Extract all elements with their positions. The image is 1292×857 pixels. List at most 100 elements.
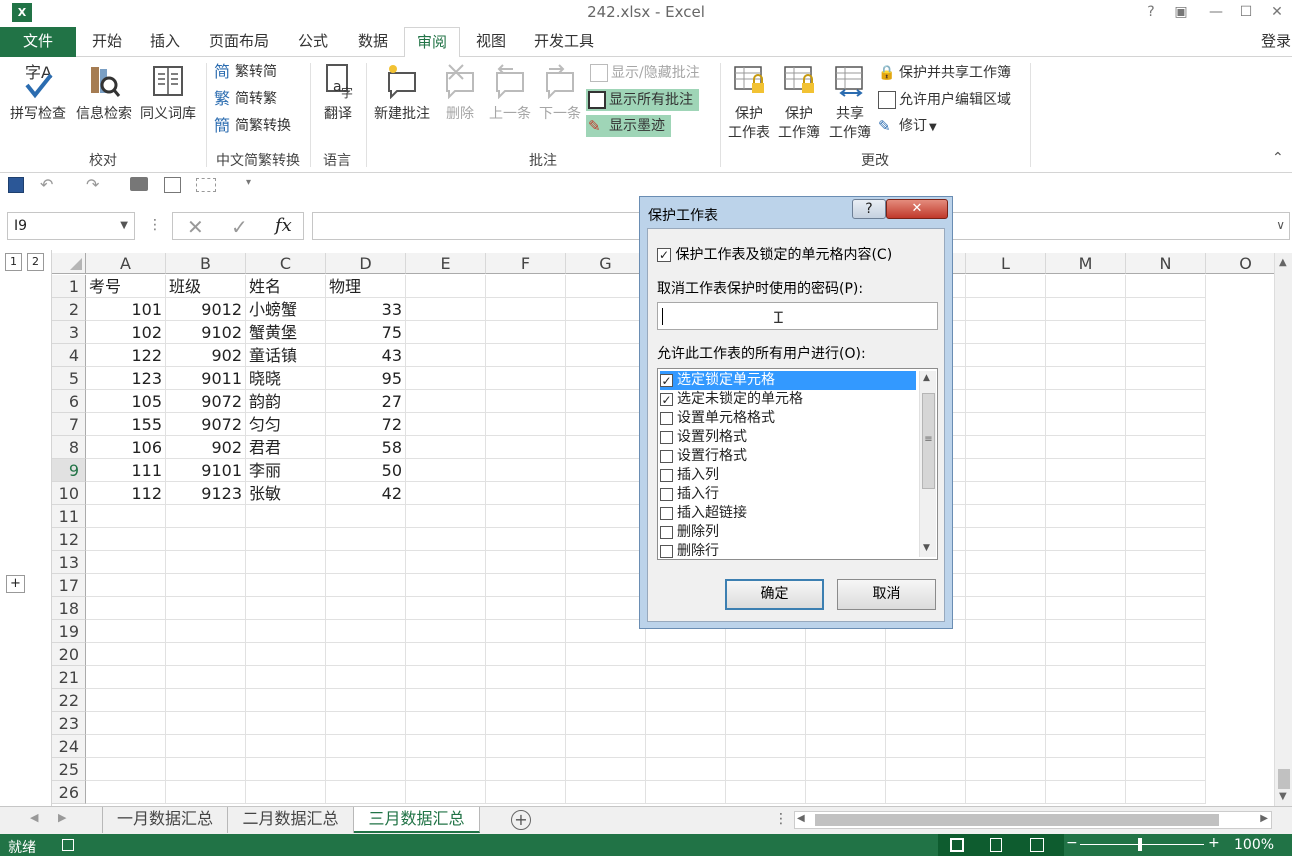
cell[interactable] [1126, 689, 1206, 712]
cell[interactable] [246, 666, 326, 689]
cell[interactable] [246, 735, 326, 758]
protect-workbook-button[interactable]: 保护 工作簿 [774, 61, 824, 143]
row-header[interactable]: 2 [52, 298, 86, 321]
tab-file[interactable]: 文件 [0, 27, 76, 57]
cell[interactable] [486, 321, 566, 344]
cell[interactable] [566, 505, 646, 528]
research-button[interactable]: 信息检索 [72, 61, 136, 123]
cell[interactable] [1126, 781, 1206, 804]
cell[interactable] [1126, 367, 1206, 390]
sheet-tab-january[interactable]: 一月数据汇总 [102, 807, 228, 833]
cell[interactable]: 蟹黄堡 [246, 321, 326, 344]
cell[interactable] [166, 712, 246, 735]
tab-developer[interactable]: 开发工具 [522, 27, 606, 57]
cell[interactable] [1126, 275, 1206, 298]
column-header[interactable]: A [86, 253, 166, 274]
expand-formula-icon[interactable]: ∨ [1276, 218, 1285, 232]
cell[interactable] [326, 528, 406, 551]
cell[interactable]: 105 [86, 390, 166, 413]
tab-page-layout[interactable]: 页面布局 [198, 27, 280, 57]
cell[interactable] [1126, 298, 1206, 321]
cell[interactable] [166, 620, 246, 643]
cell[interactable] [326, 551, 406, 574]
scroll-up-icon[interactable]: ▲ [1279, 257, 1287, 268]
cell[interactable] [886, 689, 966, 712]
cell[interactable] [486, 758, 566, 781]
cell[interactable]: 27 [326, 390, 406, 413]
cell[interactable] [86, 643, 166, 666]
cell[interactable] [406, 505, 486, 528]
cell[interactable] [566, 666, 646, 689]
row-header[interactable]: 6 [52, 390, 86, 413]
cell[interactable] [166, 505, 246, 528]
cell[interactable] [1046, 643, 1126, 666]
horizontal-scrollbar[interactable]: ◀ ▶ [794, 811, 1272, 829]
scroll-up-icon[interactable]: ▲ [923, 373, 930, 383]
cell[interactable] [1046, 528, 1126, 551]
cell[interactable] [566, 620, 646, 643]
cell[interactable] [566, 574, 646, 597]
collapse-ribbon-icon[interactable]: ⌃ [1272, 150, 1284, 166]
horizontal-scroll-thumb[interactable] [815, 814, 1219, 826]
cell[interactable] [406, 689, 486, 712]
cell[interactable] [566, 482, 646, 505]
permission-checkbox[interactable] [660, 468, 673, 482]
cell[interactable] [966, 643, 1046, 666]
cell[interactable] [1046, 666, 1126, 689]
cell[interactable] [486, 551, 566, 574]
permission-item[interactable]: 设置列格式 [660, 428, 916, 447]
cell[interactable] [326, 643, 406, 666]
cell[interactable] [966, 321, 1046, 344]
cell[interactable] [966, 574, 1046, 597]
cell[interactable] [406, 344, 486, 367]
show-hide-comment-button[interactable]: 显示/隐藏批注 [588, 62, 702, 84]
cell[interactable] [646, 689, 726, 712]
permission-item[interactable]: 设置行格式 [660, 447, 916, 466]
cell[interactable] [1126, 666, 1206, 689]
row-header[interactable]: 19 [52, 620, 86, 643]
cell[interactable] [966, 735, 1046, 758]
cell[interactable] [566, 275, 646, 298]
cell[interactable] [966, 344, 1046, 367]
cell[interactable] [406, 758, 486, 781]
row-header[interactable]: 3 [52, 321, 86, 344]
tab-insert[interactable]: 插入 [138, 27, 192, 57]
cell[interactable] [806, 689, 886, 712]
cell[interactable]: 112 [86, 482, 166, 505]
permission-item[interactable]: ✓ 选定未锁定的单元格 [660, 390, 916, 409]
cell[interactable] [886, 712, 966, 735]
cell[interactable] [646, 666, 726, 689]
cell[interactable] [1126, 321, 1206, 344]
permission-checkbox[interactable]: ✓ [660, 373, 673, 387]
insert-function-icon[interactable]: fx [275, 215, 292, 236]
cell[interactable] [86, 689, 166, 712]
tab-view[interactable]: 视图 [464, 27, 518, 57]
row-header[interactable]: 25 [52, 758, 86, 781]
cell[interactable] [406, 321, 486, 344]
cell[interactable] [966, 367, 1046, 390]
cell[interactable] [566, 597, 646, 620]
ok-button[interactable]: 确定 [725, 579, 824, 610]
cell[interactable] [1046, 758, 1126, 781]
permission-checkbox[interactable] [660, 430, 673, 444]
cell[interactable] [166, 574, 246, 597]
cell[interactable] [966, 781, 1046, 804]
cell[interactable] [326, 505, 406, 528]
cell[interactable]: 50 [326, 459, 406, 482]
cell[interactable] [726, 735, 806, 758]
share-workbook-button[interactable]: 共享 工作簿 [826, 61, 874, 143]
ribbon-display-icon[interactable]: ▣ [1170, 2, 1192, 22]
cell[interactable] [1126, 459, 1206, 482]
cell[interactable]: 李丽 [246, 459, 326, 482]
save-icon[interactable] [8, 177, 24, 193]
permission-item[interactable]: 插入超链接 [660, 504, 916, 523]
cell[interactable] [86, 574, 166, 597]
row-header[interactable]: 26 [52, 781, 86, 804]
cell[interactable] [326, 758, 406, 781]
cell[interactable] [646, 735, 726, 758]
cell[interactable] [566, 298, 646, 321]
next-comment-button[interactable]: 下一条 [536, 61, 584, 123]
row-header[interactable]: 5 [52, 367, 86, 390]
cell[interactable]: 111 [86, 459, 166, 482]
cell[interactable] [246, 505, 326, 528]
